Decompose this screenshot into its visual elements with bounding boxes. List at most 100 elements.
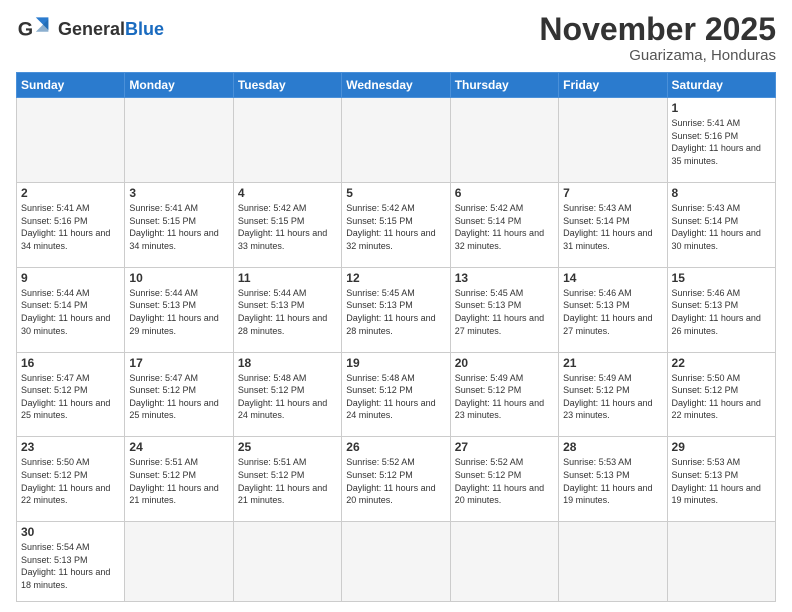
day-number: 1	[672, 101, 771, 115]
calendar-row: 23Sunrise: 5:50 AMSunset: 5:12 PMDayligh…	[17, 437, 776, 522]
day-info: Sunrise: 5:49 AMSunset: 5:12 PMDaylight:…	[455, 372, 554, 422]
calendar-cell	[125, 98, 233, 183]
day-info: Sunrise: 5:42 AMSunset: 5:15 PMDaylight:…	[346, 202, 445, 252]
day-number: 4	[238, 186, 337, 200]
day-info: Sunrise: 5:54 AMSunset: 5:13 PMDaylight:…	[21, 541, 120, 591]
day-number: 29	[672, 440, 771, 454]
day-info: Sunrise: 5:44 AMSunset: 5:13 PMDaylight:…	[238, 287, 337, 337]
weekday-header-cell: Saturday	[667, 73, 775, 98]
calendar-cell: 16 Sunrise: 5:47 AMSunset: 5:12 PMDayligh…	[17, 352, 125, 437]
calendar-body: 1 Sunrise: 5:41 AMSunset: 5:16 PMDaylight…	[17, 98, 776, 602]
day-info: Sunrise: 5:41 AMSunset: 5:16 PMDaylight:…	[672, 117, 771, 167]
day-info: Sunrise: 5:41 AMSunset: 5:16 PMDaylight:…	[21, 202, 120, 252]
calendar-cell: 10Sunrise: 5:44 AMSunset: 5:13 PMDayligh…	[125, 267, 233, 352]
calendar-cell: 2 Sunrise: 5:41 AMSunset: 5:16 PMDaylight…	[17, 182, 125, 267]
calendar-cell: 15 Sunrise: 5:46 AMSunset: 5:13 PMDayligh…	[667, 267, 775, 352]
day-number: 24	[129, 440, 228, 454]
page: G GeneralBlue November 2025 Guarizama, H…	[0, 0, 792, 612]
calendar-cell: 23Sunrise: 5:50 AMSunset: 5:12 PMDayligh…	[17, 437, 125, 522]
subtitle: Guarizama, Honduras	[539, 47, 776, 64]
day-info: Sunrise: 5:53 AMSunset: 5:13 PMDaylight:…	[563, 456, 662, 506]
calendar-row: 1 Sunrise: 5:41 AMSunset: 5:16 PMDaylight…	[17, 98, 776, 183]
day-number: 14	[563, 271, 662, 285]
day-number: 18	[238, 356, 337, 370]
day-info: Sunrise: 5:44 AMSunset: 5:14 PMDaylight:…	[21, 287, 120, 337]
day-number: 16	[21, 356, 120, 370]
day-number: 27	[455, 440, 554, 454]
calendar-cell: 29 Sunrise: 5:53 AMSunset: 5:13 PMDayligh…	[667, 437, 775, 522]
calendar-cell	[125, 522, 233, 602]
weekday-header-cell: Monday	[125, 73, 233, 98]
calendar-cell: 20 Sunrise: 5:49 AMSunset: 5:12 PMDayligh…	[450, 352, 558, 437]
calendar-cell: 11 Sunrise: 5:44 AMSunset: 5:13 PMDayligh…	[233, 267, 341, 352]
calendar-cell: 1 Sunrise: 5:41 AMSunset: 5:16 PMDaylight…	[667, 98, 775, 183]
day-number: 19	[346, 356, 445, 370]
day-info: Sunrise: 5:51 AMSunset: 5:12 PMDaylight:…	[129, 456, 228, 506]
calendar-cell	[17, 98, 125, 183]
calendar-row: 9Sunrise: 5:44 AMSunset: 5:14 PMDaylight…	[17, 267, 776, 352]
day-number: 11	[238, 271, 337, 285]
day-number: 30	[21, 525, 120, 539]
calendar-cell: 3 Sunrise: 5:41 AMSunset: 5:15 PMDaylight…	[125, 182, 233, 267]
day-number: 13	[455, 271, 554, 285]
day-info: Sunrise: 5:46 AMSunset: 5:13 PMDaylight:…	[563, 287, 662, 337]
day-info: Sunrise: 5:52 AMSunset: 5:12 PMDaylight:…	[346, 456, 445, 506]
day-info: Sunrise: 5:53 AMSunset: 5:13 PMDaylight:…	[672, 456, 771, 506]
calendar-cell	[233, 98, 341, 183]
weekday-header-cell: Thursday	[450, 73, 558, 98]
weekday-header-cell: Friday	[559, 73, 667, 98]
day-number: 20	[455, 356, 554, 370]
calendar-cell	[233, 522, 341, 602]
svg-text:G: G	[18, 18, 33, 40]
day-number: 22	[672, 356, 771, 370]
day-number: 12	[346, 271, 445, 285]
calendar-cell: 22 Sunrise: 5:50 AMSunset: 5:12 PMDayligh…	[667, 352, 775, 437]
calendar-cell: 24 Sunrise: 5:51 AMSunset: 5:12 PMDayligh…	[125, 437, 233, 522]
month-title: November 2025	[539, 12, 776, 47]
weekday-header-cell: Wednesday	[342, 73, 450, 98]
calendar-cell	[667, 522, 775, 602]
day-info: Sunrise: 5:47 AMSunset: 5:12 PMDaylight:…	[21, 372, 120, 422]
day-number: 5	[346, 186, 445, 200]
logo-text: GeneralBlue	[58, 20, 164, 40]
day-info: Sunrise: 5:43 AMSunset: 5:14 PMDaylight:…	[563, 202, 662, 252]
day-number: 6	[455, 186, 554, 200]
day-info: Sunrise: 5:51 AMSunset: 5:12 PMDaylight:…	[238, 456, 337, 506]
day-info: Sunrise: 5:42 AMSunset: 5:14 PMDaylight:…	[455, 202, 554, 252]
calendar-cell: 18 Sunrise: 5:48 AMSunset: 5:12 PMDayligh…	[233, 352, 341, 437]
day-number: 15	[672, 271, 771, 285]
calendar-cell: 5 Sunrise: 5:42 AMSunset: 5:15 PMDaylight…	[342, 182, 450, 267]
calendar-cell	[559, 98, 667, 183]
calendar-row: 2 Sunrise: 5:41 AMSunset: 5:16 PMDaylight…	[17, 182, 776, 267]
day-info: Sunrise: 5:43 AMSunset: 5:14 PMDaylight:…	[672, 202, 771, 252]
calendar-cell	[342, 522, 450, 602]
day-number: 21	[563, 356, 662, 370]
calendar-cell	[450, 522, 558, 602]
day-info: Sunrise: 5:47 AMSunset: 5:12 PMDaylight:…	[129, 372, 228, 422]
day-info: Sunrise: 5:45 AMSunset: 5:13 PMDaylight:…	[455, 287, 554, 337]
day-info: Sunrise: 5:49 AMSunset: 5:12 PMDaylight:…	[563, 372, 662, 422]
day-info: Sunrise: 5:46 AMSunset: 5:13 PMDaylight:…	[672, 287, 771, 337]
weekday-header-cell: Sunday	[17, 73, 125, 98]
day-number: 7	[563, 186, 662, 200]
day-number: 8	[672, 186, 771, 200]
day-number: 2	[21, 186, 120, 200]
day-info: Sunrise: 5:50 AMSunset: 5:12 PMDaylight:…	[672, 372, 771, 422]
day-info: Sunrise: 5:48 AMSunset: 5:12 PMDaylight:…	[238, 372, 337, 422]
day-number: 26	[346, 440, 445, 454]
day-info: Sunrise: 5:41 AMSunset: 5:15 PMDaylight:…	[129, 202, 228, 252]
logo: G GeneralBlue	[16, 12, 164, 48]
calendar-cell: 6 Sunrise: 5:42 AMSunset: 5:14 PMDaylight…	[450, 182, 558, 267]
calendar-cell: 26 Sunrise: 5:52 AMSunset: 5:12 PMDayligh…	[342, 437, 450, 522]
calendar-cell: 30 Sunrise: 5:54 AMSunset: 5:13 PMDayligh…	[17, 522, 125, 602]
calendar-cell: 13 Sunrise: 5:45 AMSunset: 5:13 PMDayligh…	[450, 267, 558, 352]
weekday-header-cell: Tuesday	[233, 73, 341, 98]
calendar-cell: 7 Sunrise: 5:43 AMSunset: 5:14 PMDaylight…	[559, 182, 667, 267]
calendar-cell: 19Sunrise: 5:48 AMSunset: 5:12 PMDayligh…	[342, 352, 450, 437]
calendar-row: 16 Sunrise: 5:47 AMSunset: 5:12 PMDayligh…	[17, 352, 776, 437]
day-number: 23	[21, 440, 120, 454]
day-number: 25	[238, 440, 337, 454]
day-number: 3	[129, 186, 228, 200]
calendar-cell	[450, 98, 558, 183]
day-info: Sunrise: 5:44 AMSunset: 5:13 PMDaylight:…	[129, 287, 228, 337]
